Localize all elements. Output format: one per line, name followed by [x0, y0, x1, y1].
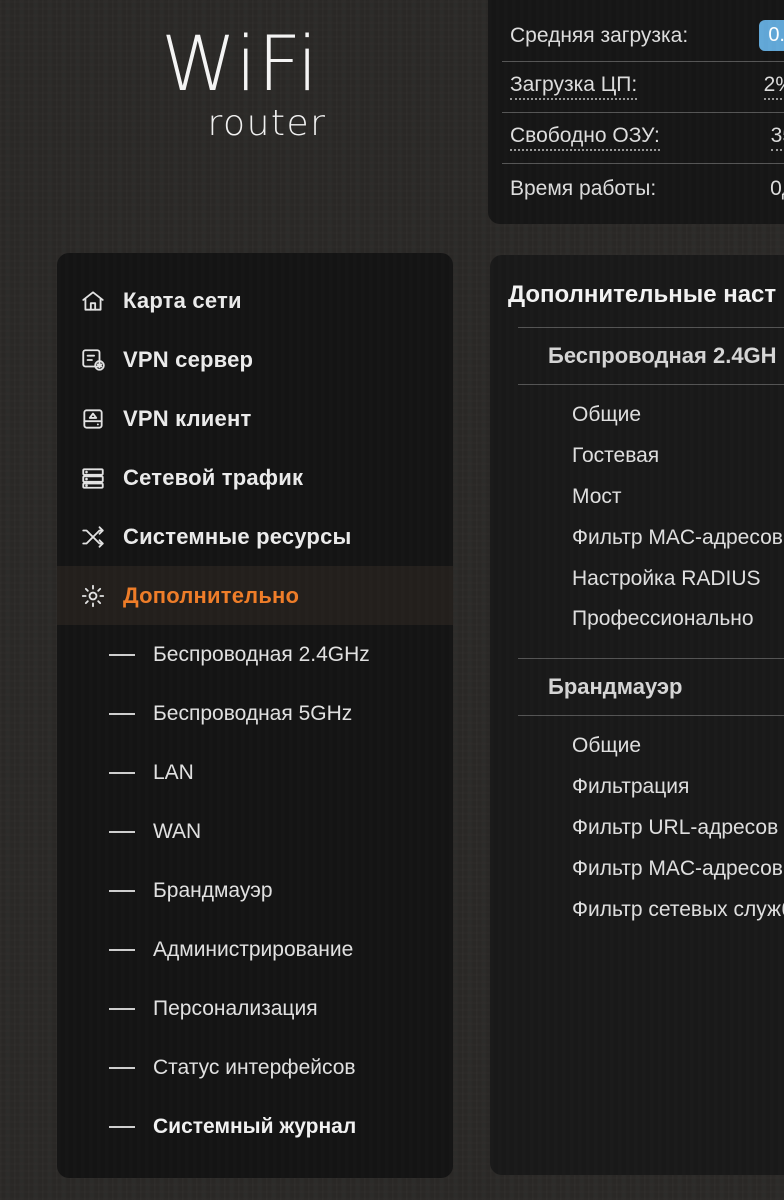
status-label-free-ram[interactable]: Свободно ОЗУ:	[510, 124, 660, 152]
brand-logo: WiFi router	[0, 19, 480, 145]
status-label-uptime: Время работы:	[510, 176, 657, 200]
dash-icon	[109, 1125, 135, 1128]
sidebar-subitem-label: Беспроводная 2.4GHz	[153, 642, 370, 666]
section-links-wireless-24ghz: Общие Гостевая Мост Фильтр MAC-адресов Н…	[490, 385, 784, 640]
status-value-cpu-load[interactable]: 2%	[763, 73, 784, 100]
brand-logo-primary: WiFi	[161, 19, 319, 108]
page-title: Дополнительные наст	[508, 281, 777, 308]
sidebar-subitem-wireless-24ghz[interactable]: Беспроводная 2.4GHz	[57, 625, 453, 684]
status-value-uptime: 0д	[770, 176, 784, 200]
sidebar-subitem-administration[interactable]: Администрирование	[57, 920, 453, 979]
content-link-fw-filtering[interactable]: Фильтрация	[490, 767, 784, 808]
content-link-professional[interactable]: Профессионально	[490, 599, 784, 640]
content-link-fw-net-service[interactable]: Фильтр сетевых служб	[490, 890, 784, 931]
status-value-free-ram[interactable]: 35	[770, 124, 784, 151]
sidebar-subitem-label: WAN	[153, 819, 202, 843]
content-link-mac-filter[interactable]: Фильтр MAC-адресов	[490, 518, 784, 559]
sidebar-item-label: VPN сервер	[123, 346, 254, 372]
content-link-fw-url-filter[interactable]: Фильтр URL-адресов	[490, 808, 784, 849]
status-row: Свободно ОЗУ: 35	[488, 112, 784, 163]
sidebar-subitem-label: Беспроводная 5GHz	[153, 701, 353, 725]
content-link-fw-general[interactable]: Общие	[490, 726, 784, 767]
status-row: Время работы: 0д	[488, 163, 784, 214]
sidebar-subitem-label: Статус интерфейсов	[153, 1055, 356, 1079]
advanced-settings-panel: Дополнительные наст Беспроводная 2.4GH О…	[490, 255, 784, 1175]
sidebar-subitem-firewall[interactable]: Брандмауэр	[57, 861, 453, 920]
sidebar-subitem-wan[interactable]: WAN	[57, 802, 453, 861]
sidebar-subitem-personalization[interactable]: Персонализация	[57, 979, 453, 1038]
shuffle-icon	[77, 522, 109, 552]
list-icon	[77, 463, 109, 493]
dash-icon	[109, 653, 135, 656]
sidebar-subitem-label: Брандмауэр	[153, 878, 273, 902]
sidebar-item-system-resources[interactable]: Системные ресурсы	[57, 507, 453, 566]
sidebar-item-label: Системные ресурсы	[123, 523, 352, 549]
content-link-fw-mac-filter[interactable]: Фильтр MAC-адресов	[490, 849, 784, 890]
sidebar-subitem-interface-status[interactable]: Статус интерфейсов	[57, 1038, 453, 1097]
content-link-general[interactable]: Общие	[490, 395, 784, 436]
brand-logo-secondary: router	[207, 103, 327, 145]
sidebar-item-label: VPN клиент	[123, 405, 252, 431]
dash-icon	[109, 712, 135, 715]
sidebar-item-vpn-client[interactable]: VPN клиент	[57, 389, 453, 448]
sidebar-subitem-label: Персонализация	[153, 996, 318, 1020]
dash-icon	[109, 889, 135, 892]
status-row: Средняя загрузка: 0.	[488, 10, 784, 61]
sidebar-subitem-label: Системный журнал	[153, 1114, 357, 1138]
sidebar-item-label: Карта сети	[123, 287, 242, 313]
main-sidebar: Карта сети VPN сервер VPN клиент Сетевой…	[57, 253, 453, 1178]
sidebar-item-advanced[interactable]: Дополнительно	[57, 566, 453, 625]
content-link-bridge[interactable]: Мост	[490, 477, 784, 518]
sidebar-item-vpn-server[interactable]: VPN сервер	[57, 330, 453, 389]
sidebar-item-label: Дополнительно	[123, 582, 300, 608]
dash-icon	[109, 948, 135, 951]
dash-icon	[109, 1007, 135, 1010]
content-link-guest[interactable]: Гостевая	[490, 436, 784, 477]
sidebar-subitem-wireless-5ghz[interactable]: Беспроводная 5GHz	[57, 684, 453, 743]
section-links-firewall: Общие Фильтрация Фильтр URL-адресов Филь…	[490, 716, 784, 930]
gear-icon	[77, 581, 109, 611]
dash-icon	[109, 1066, 135, 1069]
sidebar-subitem-system-log[interactable]: Системный журнал	[57, 1097, 453, 1156]
system-status-panel: Средняя загрузка: 0. Загрузка ЦП: 2% Сво…	[488, 0, 784, 224]
sidebar-item-label: Сетевой трафик	[123, 464, 304, 490]
status-label-cpu-load[interactable]: Загрузка ЦП:	[510, 73, 638, 101]
sidebar-subitem-label: LAN	[153, 760, 194, 784]
status-label-average-load: Средняя загрузка:	[510, 23, 689, 47]
status-value-average-load: 0.	[759, 20, 784, 51]
home-icon	[77, 286, 109, 316]
sidebar-subitem-lan[interactable]: LAN	[57, 743, 453, 802]
sidebar-item-network-map[interactable]: Карта сети	[57, 271, 453, 330]
content-link-radius[interactable]: Настройка RADIUS	[490, 559, 784, 600]
section-heading-firewall: Брандмауэр	[490, 658, 784, 717]
sidebar-subitem-label: Администрирование	[153, 937, 354, 961]
dash-icon	[109, 830, 135, 833]
server-icon	[77, 345, 109, 375]
dash-icon	[109, 771, 135, 774]
sidebar-item-network-traffic[interactable]: Сетевой трафик	[57, 448, 453, 507]
drive-icon	[77, 404, 109, 434]
status-row: Загрузка ЦП: 2%	[488, 61, 784, 112]
section-heading-wireless-24ghz: Беспроводная 2.4GH	[490, 327, 784, 385]
